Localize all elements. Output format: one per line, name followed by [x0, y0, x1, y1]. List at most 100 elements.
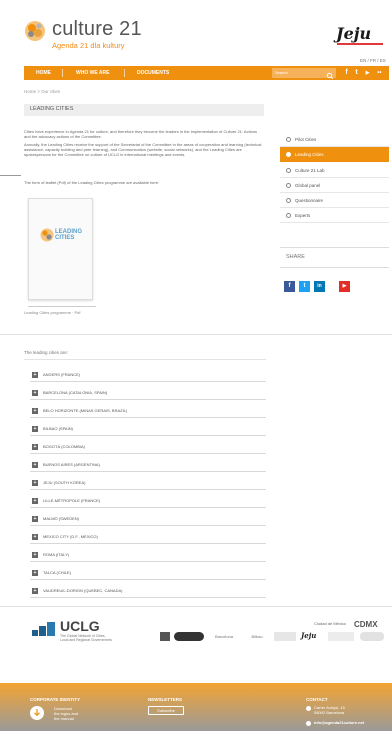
- expand-plus-icon[interactable]: +: [32, 534, 38, 540]
- twitter-icon[interactable]: t: [352, 68, 361, 78]
- breadcrumb[interactable]: Home > Our cities: [24, 89, 60, 94]
- uclg-logo-icon: [32, 622, 55, 636]
- city-accordion-row[interactable]: + BOGOTÁ (COLOMBIA): [30, 440, 266, 454]
- expand-plus-icon[interactable]: +: [32, 408, 38, 414]
- nav-divider: [124, 69, 125, 77]
- expand-plus-icon[interactable]: +: [32, 444, 38, 450]
- cities-list-title: The leading cities are:: [24, 350, 69, 355]
- city-name: BOGOTÁ (COLOMBIA): [43, 444, 86, 449]
- expand-plus-icon[interactable]: +: [32, 426, 38, 432]
- city-accordion-row[interactable]: + BARCELONA (CATALONIA, SPAIN): [30, 386, 266, 400]
- city-accordion-row[interactable]: + TALCA (CHILE): [30, 566, 266, 580]
- download-logos-link[interactable]: Download the logos and the manual: [54, 706, 78, 721]
- download-text-line-3: the manual: [54, 716, 74, 721]
- section-divider: [0, 606, 392, 607]
- brand-title[interactable]: culture 21: [52, 18, 142, 41]
- city-name: BUENOS AIRES (ARGENTINA): [43, 462, 100, 467]
- share-title: SHARE: [286, 254, 305, 260]
- expand-plus-icon[interactable]: +: [32, 552, 38, 558]
- city-name: BARCELONA (CATALONIA, SPAIN): [43, 390, 108, 395]
- nav-item-documents[interactable]: DOCUMENTS: [137, 66, 169, 80]
- download-icon[interactable]: [30, 706, 44, 720]
- uclg-name[interactable]: UCLG: [60, 618, 100, 634]
- expand-plus-icon[interactable]: +: [32, 462, 38, 468]
- expand-plus-icon[interactable]: +: [32, 480, 38, 486]
- share-youtube-icon[interactable]: ▶: [339, 281, 350, 292]
- subscribe-button[interactable]: Subscribe: [148, 706, 184, 715]
- share-linkedin-icon[interactable]: in: [314, 281, 325, 292]
- sidebar-item-label: Pilot Cities: [295, 137, 317, 142]
- city-name: ROMA (ITALY): [43, 552, 70, 557]
- partner-logo-icon[interactable]: [174, 632, 204, 641]
- search-icon[interactable]: [324, 68, 336, 80]
- city-accordion-row[interactable]: + ANGERS (FRANCE): [30, 368, 266, 382]
- main-navigation: HOME WHO WE ARE DOCUMENTS Search f t ▶ •…: [24, 66, 389, 80]
- city-accordion-row[interactable]: + LILLE-MÉTROPOLE (FRANCE): [30, 494, 266, 508]
- divider: [28, 306, 96, 307]
- partner-logo-icon[interactable]: [360, 632, 384, 641]
- jeju-logo-underline: [337, 43, 383, 45]
- flickr-icon[interactable]: ••: [375, 68, 384, 78]
- partner-logo-barcelona[interactable]: Barcelona: [208, 632, 240, 641]
- search-input[interactable]: Search: [272, 68, 336, 80]
- city-name: ANGERS (FRANCE): [43, 372, 81, 377]
- city-name: MEXICO CITY (D.F., MEXICO): [43, 534, 98, 539]
- share-facebook-icon[interactable]: f: [284, 281, 295, 292]
- partner-logo-icon[interactable]: [160, 632, 170, 641]
- city-accordion-row[interactable]: + ROMA (ITALY): [30, 548, 266, 562]
- leading-cities-leaflet-cover[interactable]: [28, 198, 93, 300]
- sidebar-item-pilot-cities[interactable]: Pilot Cities: [280, 132, 389, 147]
- city-accordion-row[interactable]: + MALMÖ (SWEDEN): [30, 512, 266, 526]
- partner-logo-icon[interactable]: [274, 632, 296, 641]
- uclg-tagline: The Global Network of Cities, Local and …: [60, 634, 112, 642]
- divider: [24, 359, 266, 360]
- intro-paragraph-3: The form of leaflet (Pdf) of the Leading…: [24, 180, 160, 185]
- city-accordion-row[interactable]: + JEJU (SOUTH KOREA): [30, 476, 266, 490]
- globe-logo-icon: [25, 21, 45, 41]
- city-name: VAUDREUIL-DORION (QUEBEC, CANADA): [43, 588, 123, 593]
- cdmx-logo[interactable]: CDMX: [354, 620, 378, 629]
- contact-email-link[interactable]: info@agenda21culture.net: [314, 720, 364, 725]
- sidebar-item-culture-21-lab[interactable]: Culture 21 Lab: [280, 163, 389, 178]
- brand-subtitle: Agenda 21 dla kultury: [52, 41, 125, 50]
- nav-item-home[interactable]: HOME: [36, 66, 51, 80]
- cover-download-link[interactable]: Leading Cities programme · Pdf: [24, 310, 80, 315]
- expand-plus-icon[interactable]: +: [32, 498, 38, 504]
- sidebar-item-global-panel[interactable]: Global panel: [280, 178, 389, 193]
- contact-address: Carrer Avinyó, 15 08002 Barcelona: [314, 705, 345, 715]
- city-name: LILLE-MÉTROPOLE (FRANCE): [43, 498, 101, 503]
- youtube-icon[interactable]: ▶: [363, 68, 372, 78]
- city-accordion-row[interactable]: + BILBAO (SPAIN): [30, 422, 266, 436]
- partner-logo-jeju[interactable]: Jeju: [301, 631, 316, 640]
- jeju-partner-logo[interactable]: Jeju: [336, 24, 371, 43]
- sidebar-item-experts[interactable]: Experts: [280, 208, 389, 223]
- city-name: BELO HORIZONTE (MINAS GERAIS, BRAZIL): [43, 408, 128, 413]
- city-accordion-row[interactable]: + VAUDREUIL-DORION (QUEBEC, CANADA): [30, 584, 266, 598]
- partner-logo-bilbao[interactable]: Bilbao: [244, 632, 270, 641]
- sidebar-item-questionnaire[interactable]: Questionnaire: [280, 193, 389, 208]
- sidebar-item-label: Experts: [295, 213, 311, 218]
- newsletters-title: NEWSLETTERS: [148, 697, 183, 702]
- expand-plus-icon[interactable]: +: [32, 588, 38, 594]
- expand-plus-icon[interactable]: +: [32, 570, 38, 576]
- section-divider: [0, 334, 392, 335]
- sidebar-item-leading-cities[interactable]: Leading Cities: [280, 147, 389, 162]
- bullet-icon: [286, 213, 291, 218]
- sidebar-item-label: Questionnaire: [295, 198, 324, 203]
- share-twitter-icon[interactable]: t: [299, 281, 310, 292]
- partner-logo-icon[interactable]: [328, 632, 354, 641]
- facebook-icon[interactable]: f: [342, 68, 351, 78]
- globe-logo-icon: [40, 228, 54, 242]
- cover-title-line-2: CITIES: [55, 235, 75, 241]
- city-accordion-row[interactable]: + MEXICO CITY (D.F., MEXICO): [30, 530, 266, 544]
- nav-item-who-we-are[interactable]: WHO WE ARE: [76, 66, 109, 80]
- language-switch[interactable]: EN / FR / ES: [360, 58, 386, 63]
- intro-paragraph-1: Cities have experience in Agenda 21 for …: [24, 129, 258, 139]
- expand-plus-icon[interactable]: +: [32, 516, 38, 522]
- city-accordion-row[interactable]: + BUENOS AIRES (ARGENTINA): [30, 458, 266, 472]
- expand-plus-icon[interactable]: +: [32, 372, 38, 378]
- city-accordion-row[interactable]: + BELO HORIZONTE (MINAS GERAIS, BRAZIL): [30, 404, 266, 418]
- expand-plus-icon[interactable]: +: [32, 390, 38, 396]
- divider: [280, 247, 389, 248]
- city-name: JEJU (SOUTH KOREA): [43, 480, 86, 485]
